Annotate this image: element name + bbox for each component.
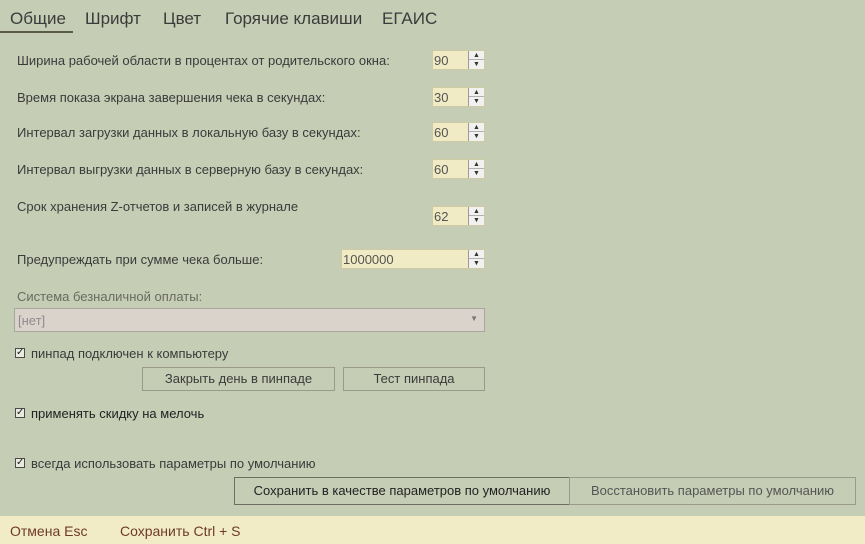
z-reports-value[interactable]: 62: [434, 209, 448, 224]
pinpad-checkbox[interactable]: ✓: [15, 348, 25, 358]
discount-label: применять скидку на мелочь: [31, 406, 205, 421]
work-area-label: Ширина рабочей области в процентах от ро…: [17, 53, 390, 68]
tab-general[interactable]: Общие: [10, 9, 66, 29]
upload-interval-spinner[interactable]: 60 ▲ ▼: [432, 159, 485, 179]
cashless-select[interactable]: [нет] ▼: [14, 308, 485, 332]
spinner-buttons: ▲ ▼: [468, 250, 484, 268]
defaults-checkbox[interactable]: ✓: [15, 458, 25, 468]
spin-up-icon[interactable]: ▲: [469, 51, 484, 60]
warn-sum-spinner[interactable]: 1000000 ▲ ▼: [341, 249, 485, 269]
download-interval-value[interactable]: 60: [434, 125, 448, 140]
spin-up-icon[interactable]: ▲: [469, 160, 484, 169]
spinner-buttons: ▲ ▼: [468, 123, 484, 141]
tab-bar: Общие Шрифт Цвет Горячие клавиши ЕГАИС: [0, 0, 865, 34]
work-area-spinner[interactable]: 90 ▲ ▼: [432, 50, 485, 70]
spin-down-icon[interactable]: ▼: [469, 169, 484, 178]
tab-font[interactable]: Шрифт: [85, 9, 141, 29]
receipt-screen-spinner[interactable]: 30 ▲ ▼: [432, 87, 485, 107]
z-reports-spinner[interactable]: 62 ▲ ▼: [432, 206, 485, 226]
active-tab-indicator: [0, 31, 73, 33]
download-interval-spinner[interactable]: 60 ▲ ▼: [432, 122, 485, 142]
receipt-screen-value[interactable]: 30: [434, 90, 448, 105]
save-link[interactable]: Сохранить Ctrl + S: [120, 523, 241, 539]
footer-bar: Отмена Esc Сохранить Ctrl + S: [0, 516, 865, 544]
defaults-label: всегда использовать параметры по умолчан…: [31, 456, 316, 471]
discount-checkbox[interactable]: ✓: [15, 408, 25, 418]
spin-down-icon[interactable]: ▼: [469, 132, 484, 141]
cancel-link[interactable]: Отмена Esc: [10, 523, 87, 539]
warn-sum-value[interactable]: 1000000: [343, 252, 394, 267]
download-interval-label: Интервал загрузки данных в локальную баз…: [17, 125, 361, 140]
close-day-pinpad-button[interactable]: Закрыть день в пинпаде: [142, 367, 335, 391]
tab-hotkeys[interactable]: Горячие клавиши: [225, 9, 362, 29]
spin-up-icon[interactable]: ▲: [469, 123, 484, 132]
spinner-buttons: ▲ ▼: [468, 160, 484, 178]
spin-up-icon[interactable]: ▲: [469, 207, 484, 216]
spin-up-icon[interactable]: ▲: [469, 88, 484, 97]
upload-interval-value[interactable]: 60: [434, 162, 448, 177]
spinner-buttons: ▲ ▼: [468, 207, 484, 225]
spinner-buttons: ▲ ▼: [468, 88, 484, 106]
spinner-buttons: ▲ ▼: [468, 51, 484, 69]
save-defaults-button[interactable]: Сохранить в качестве параметров по умолч…: [234, 477, 570, 505]
work-area-value[interactable]: 90: [434, 53, 448, 68]
spin-down-icon[interactable]: ▼: [469, 60, 484, 69]
cashless-label: Система безналичной оплаты:: [17, 289, 203, 304]
spin-up-icon[interactable]: ▲: [469, 250, 484, 259]
z-reports-label: Срок хранения Z-отчетов и записей в журн…: [17, 199, 299, 214]
test-pinpad-button[interactable]: Тест пинпада: [343, 367, 485, 391]
restore-defaults-button[interactable]: Восстановить параметры по умолчанию: [569, 477, 856, 505]
spin-down-icon[interactable]: ▼: [469, 216, 484, 225]
chevron-down-icon[interactable]: ▼: [470, 314, 478, 323]
upload-interval-label: Интервал выгрузки данных в серверную баз…: [17, 162, 364, 177]
pinpad-label: пинпад подключен к компьютеру: [31, 346, 229, 361]
tab-color[interactable]: Цвет: [163, 9, 201, 29]
warn-sum-label: Предупреждать при сумме чека больше:: [17, 252, 264, 267]
spin-down-icon[interactable]: ▼: [469, 259, 484, 268]
cashless-value: [нет]: [18, 313, 46, 328]
spin-down-icon[interactable]: ▼: [469, 97, 484, 106]
tab-egais[interactable]: ЕГАИС: [382, 9, 437, 29]
receipt-screen-label: Время показа экрана завершения чека в се…: [17, 90, 326, 105]
